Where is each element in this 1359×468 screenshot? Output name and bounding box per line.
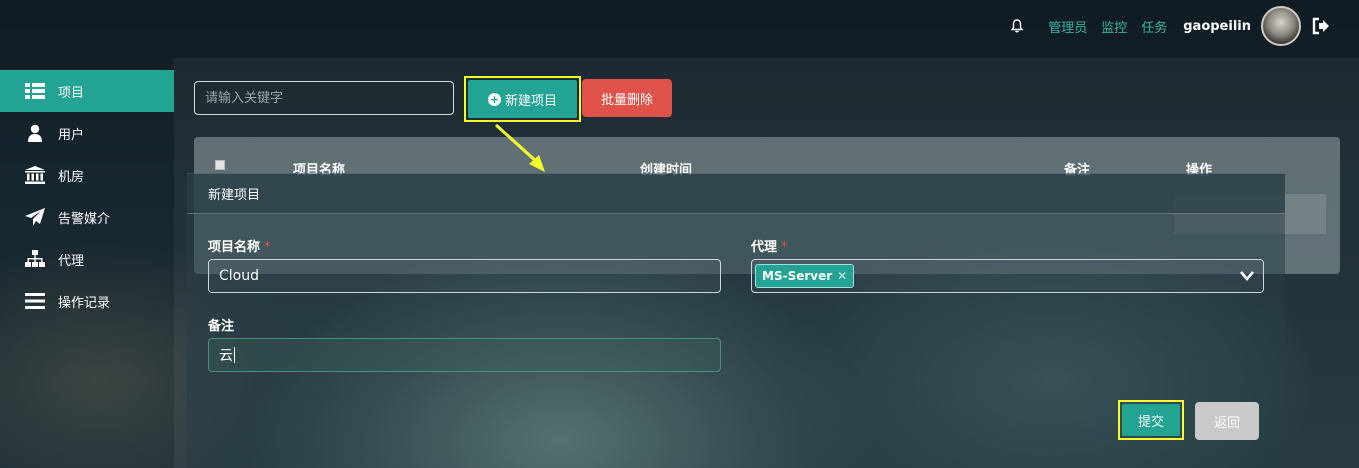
top-bar: 管理员 监控 任务 gaopeilin xyxy=(0,0,1359,56)
nav-link-monitor[interactable]: 监控 xyxy=(1101,17,1127,36)
sidebar-item-label: 代理 xyxy=(58,253,85,269)
bank-icon xyxy=(24,166,46,184)
proxy-label: 代理 * xyxy=(751,236,788,255)
proxy-label-text: 代理 xyxy=(751,240,778,255)
sidebar: 项目 用户 机房 告警媒介 代理 操作记录 xyxy=(0,70,174,322)
menu-icon xyxy=(24,292,46,310)
proxy-tag: MS-Server ✕ xyxy=(755,264,855,288)
required-mark: * xyxy=(781,240,788,255)
annotation-arrow xyxy=(494,123,545,172)
proxy-tag-label: MS-Server xyxy=(762,269,833,283)
sitemap-icon xyxy=(24,250,46,268)
logout-icon[interactable] xyxy=(1311,16,1331,36)
project-name-field[interactable]: Cloud xyxy=(208,259,721,293)
back-button[interactable]: 返回 xyxy=(1195,402,1259,440)
sidebar-item-alert-media[interactable]: 告警媒介 xyxy=(0,196,174,238)
sidebar-item-operation-log[interactable]: 操作记录 xyxy=(0,280,174,322)
sidebar-item-label: 告警媒介 xyxy=(58,211,111,227)
list-icon xyxy=(24,82,46,100)
remark-field[interactable]: 云 xyxy=(208,338,721,372)
top-right-nav: 管理员 监控 任务 gaopeilin xyxy=(1010,6,1331,46)
required-mark: * xyxy=(264,240,271,255)
username[interactable]: gaopeilin xyxy=(1183,19,1251,34)
project-name-label: 项目名称 * xyxy=(208,236,271,255)
proxy-select[interactable]: MS-Server ✕ xyxy=(751,259,1264,293)
batch-delete-button[interactable]: 批量删除 xyxy=(582,79,672,117)
send-icon xyxy=(24,208,46,226)
submit-highlight: 提交 xyxy=(1118,400,1184,440)
nav-link-tasks[interactable]: 任务 xyxy=(1141,17,1167,36)
text-cursor xyxy=(234,347,235,363)
sidebar-item-datacenter[interactable]: 机房 xyxy=(0,154,174,196)
plus-circle-icon: + xyxy=(487,92,501,106)
remark-label: 备注 xyxy=(208,315,234,334)
new-project-button[interactable]: + 新建项目 xyxy=(468,80,577,118)
submit-button[interactable]: 提交 xyxy=(1122,404,1180,436)
sidebar-item-projects[interactable]: 项目 xyxy=(0,70,174,112)
user-icon xyxy=(24,124,46,142)
search-input[interactable] xyxy=(194,81,454,115)
project-name-label-text: 项目名称 xyxy=(208,240,261,255)
select-all-checkbox[interactable] xyxy=(215,160,225,170)
bell-icon[interactable] xyxy=(1010,19,1024,33)
remark-label-text: 备注 xyxy=(208,319,235,334)
sidebar-item-users[interactable]: 用户 xyxy=(0,112,174,154)
remove-tag-icon[interactable]: ✕ xyxy=(837,269,847,283)
sidebar-item-label: 机房 xyxy=(58,169,85,185)
sidebar-item-label: 用户 xyxy=(58,127,85,143)
avatar[interactable] xyxy=(1261,6,1301,46)
new-project-label: 新建项目 xyxy=(504,93,557,109)
project-name-value: Cloud xyxy=(219,268,259,284)
sidebar-item-label: 项目 xyxy=(58,85,85,101)
nav-link-admin[interactable]: 管理员 xyxy=(1048,17,1087,36)
new-project-highlight: + 新建项目 xyxy=(464,76,581,122)
sidebar-item-label: 操作记录 xyxy=(58,295,111,311)
sidebar-item-proxy[interactable]: 代理 xyxy=(0,238,174,280)
dialog-title: 新建项目 xyxy=(187,174,1285,214)
new-project-dialog: 新建项目 项目名称 * Cloud 代理 * MS-Server ✕ 备注 云 提交… xyxy=(187,173,1285,468)
chevron-down-icon[interactable] xyxy=(1239,269,1255,283)
remark-value: 云 xyxy=(219,348,233,364)
